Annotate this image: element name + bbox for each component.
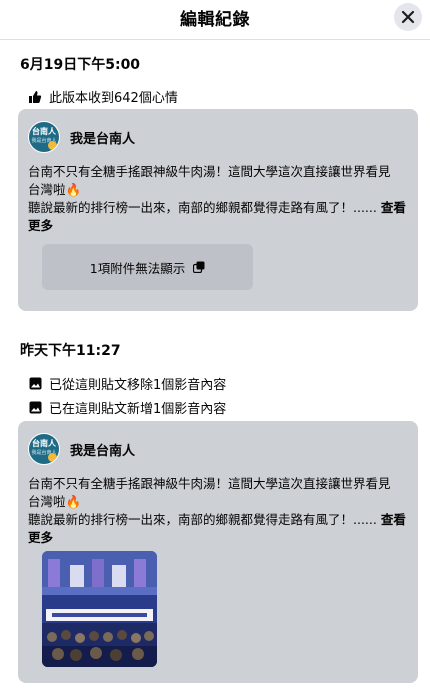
attachment-text: 1項附件無法顯示: [89, 260, 186, 276]
post-line: 台南不只有全糖手搖跟神級牛肉湯！這間大學這次直接讓世界看見: [28, 476, 391, 491]
post-line: 聽說最新的排行榜一出來，南部的鄉親都覺得走路有風了！...... 查看更多: [28, 511, 410, 547]
post-text: 台南不只有全糖手搖跟神級牛肉湯！這間大學這次直接讓世界看見 台灣啦🔥 聽說最新的…: [28, 163, 410, 235]
photo-icon: [28, 377, 42, 391]
event-photo: [42, 551, 157, 667]
avatar: 台南人 我是台南人: [28, 433, 60, 465]
change-text: 此版本收到642個心情: [49, 91, 178, 106]
revision-timestamp: 昨天下午11:27: [20, 343, 121, 359]
dialog-header: 編輯紀錄: [0, 0, 430, 40]
avatar-badge: [48, 141, 57, 150]
avatar: 台南人 我是台南人: [28, 121, 60, 153]
post-header: 台南人 我是台南人 我是台南人: [28, 433, 135, 465]
post-line: 聽說最新的排行榜一出來，南部的鄉親都覺得走路有風了！...... 查看更多: [28, 199, 410, 235]
post-line-text: 聽說最新的排行榜一出來，南部的鄉親都覺得走路有風了！......: [28, 200, 377, 215]
revision-change-row: 已從這則貼文移除1個影音內容: [28, 374, 226, 393]
photo-icon: [28, 401, 42, 415]
copy-icon: [193, 261, 205, 273]
post-line: 台灣啦🔥: [28, 182, 82, 197]
change-text: 已從這則貼文移除1個影音內容: [49, 378, 227, 393]
thumbs-up-icon: [28, 90, 42, 104]
author-name: 我是台南人: [70, 131, 136, 147]
avatar-text: 台南人: [32, 439, 56, 448]
revision-change-row: 此版本收到642個心情: [28, 87, 178, 106]
close-button[interactable]: [394, 3, 422, 31]
avatar-text: 台南人: [32, 127, 56, 136]
revision-timestamp: 6月19日下午5:00: [20, 57, 141, 73]
post-preview-card: 台南人 我是台南人 我是台南人 台南不只有全糖手搖跟神級牛肉湯！這間大學這次直接…: [18, 421, 418, 683]
change-text: 已在這則貼文新增1個影音內容: [49, 402, 227, 417]
post-media-thumbnail[interactable]: [42, 551, 157, 667]
post-line: 台灣啦🔥: [28, 494, 82, 509]
dialog-title: 編輯紀錄: [180, 10, 250, 30]
revision-change-row: 已在這則貼文新增1個影音內容: [28, 398, 226, 417]
attachment-unavailable: 1項附件無法顯示: [42, 244, 253, 290]
post-line: 台南不只有全糖手搖跟神級牛肉湯！這間大學這次直接讓世界看見: [28, 164, 391, 179]
post-line-text: 聽說最新的排行榜一出來，南部的鄉親都覺得走路有風了！......: [28, 512, 377, 527]
post-preview-card: 台南人 我是台南人 我是台南人 台南不只有全糖手搖跟神級牛肉湯！這間大學這次直接…: [18, 109, 418, 311]
close-icon: [401, 10, 415, 24]
avatar-badge: [48, 453, 57, 462]
post-header: 台南人 我是台南人 我是台南人: [28, 121, 135, 153]
author-name: 我是台南人: [70, 443, 136, 459]
post-text: 台南不只有全糖手搖跟神級牛肉湯！這間大學這次直接讓世界看見 台灣啦🔥 聽說最新的…: [28, 475, 410, 547]
